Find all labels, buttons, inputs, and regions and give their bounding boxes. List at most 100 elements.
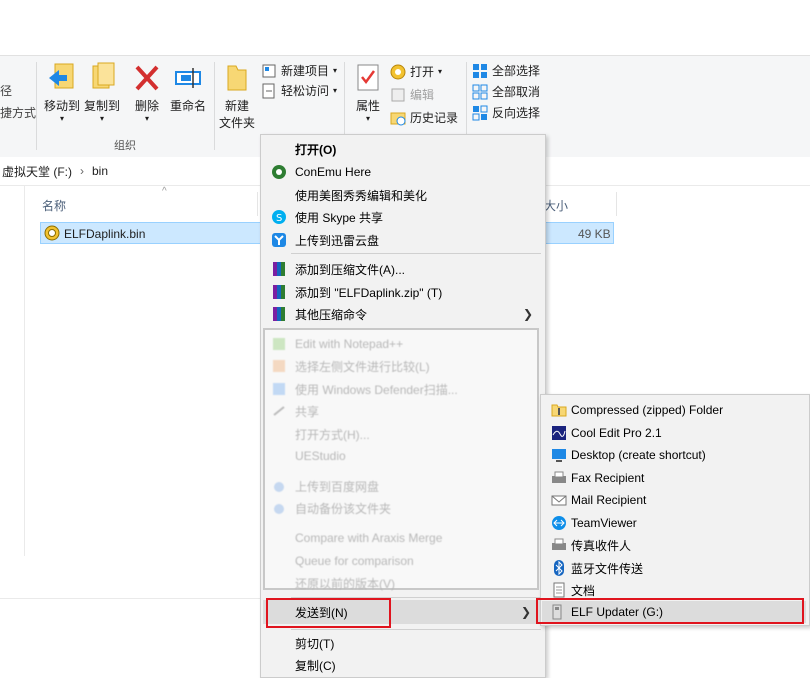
menu-item-label: 使用 Skype 共享 xyxy=(295,210,384,225)
menu-item-uestudio[interactable]: UEStudio xyxy=(261,445,543,467)
rename-label: 重命名 xyxy=(169,99,206,113)
column-divider[interactable] xyxy=(616,192,617,216)
ribbon-separator xyxy=(214,62,215,150)
menu-item-compare-left[interactable]: 选择左侧文件进行比较(L) xyxy=(261,355,543,377)
menu-item-copy[interactable]: 复制(C) xyxy=(261,654,543,676)
move-to-label: 移动到 xyxy=(43,99,80,113)
invert-selection-button[interactable]: 反向选择 xyxy=(472,104,540,121)
menu-item-open-with[interactable]: 打开方式(H)... xyxy=(261,423,543,445)
properties-label: 属性 xyxy=(355,99,380,113)
desktop-icon xyxy=(551,447,567,463)
sendto-fax-recipient-cn[interactable]: 传真收件人 xyxy=(541,534,807,556)
menu-item-label: 打开(O) xyxy=(295,142,337,157)
menu-item-add-to-zip[interactable]: 添加到 "ELFDaplink.zip" (T) xyxy=(261,281,543,303)
new-folder-button[interactable]: 新建 文件夹 xyxy=(218,62,256,131)
easy-access-button[interactable]: 轻松访问 ▾ xyxy=(261,82,337,99)
copy-to-label: 复制到 xyxy=(83,99,120,113)
ribbon-partial-label: 捷方式 xyxy=(0,106,37,120)
invert-selection-icon xyxy=(472,105,488,121)
menu-item-baidu-upload[interactable]: 上传到百度网盘 xyxy=(261,475,543,497)
menu-item-label: 添加到压缩文件(A)... xyxy=(295,262,405,277)
nav-pane-divider[interactable] xyxy=(24,186,25,556)
defender-shield-icon xyxy=(271,381,287,397)
menu-item-share[interactable]: 共享 xyxy=(261,400,543,422)
delete-button[interactable]: 删除 ▾ xyxy=(129,62,165,123)
breadcrumb-separator: › xyxy=(80,164,84,178)
history-button[interactable]: 历史记录 xyxy=(390,109,458,126)
column-header-size[interactable]: 大小 xyxy=(544,197,568,223)
invert-selection-label: 反向选择 xyxy=(492,106,541,120)
menu-item-label: 上传到迅雷云盘 xyxy=(295,233,380,248)
sendto-teamviewer[interactable]: TeamViewer xyxy=(541,512,807,534)
delete-x-icon xyxy=(135,65,159,91)
select-none-button[interactable]: 全部取消 xyxy=(472,83,540,100)
menu-item-auto-backup[interactable]: 自动备份该文件夹 xyxy=(261,497,543,519)
bin-file-icon xyxy=(44,225,60,244)
menu-item-label: 自动备份该文件夹 xyxy=(295,501,392,516)
move-to-button[interactable]: 移动到 ▾ xyxy=(42,62,82,123)
properties-checklist-icon xyxy=(357,64,379,91)
sendto-compressed-folder[interactable]: Compressed (zipped) Folder xyxy=(541,399,807,421)
sendto-cool-edit[interactable]: Cool Edit Pro 2.1 xyxy=(541,422,807,444)
menu-item-queue-compare[interactable]: Queue for comparison xyxy=(261,550,543,572)
send-to-highlight-box xyxy=(266,598,391,628)
sendto-fax-recipient[interactable]: Fax Recipient xyxy=(541,467,807,489)
skype-icon: S xyxy=(271,209,287,225)
breadcrumb-folder[interactable]: bin xyxy=(92,164,108,178)
mail-icon xyxy=(551,492,567,508)
menu-item-label: 打开方式(H)... xyxy=(295,427,370,442)
sendto-desktop[interactable]: Desktop (create shortcut) xyxy=(541,444,807,466)
menu-item-cut[interactable]: 剪切(T) xyxy=(261,632,543,654)
menu-item-add-to-archive[interactable]: 添加到压缩文件(A)... xyxy=(261,258,543,280)
svg-text:S: S xyxy=(276,213,282,224)
column-divider[interactable] xyxy=(257,192,258,216)
column-header-name[interactable]: 名称 xyxy=(42,197,66,223)
menu-item-label: Desktop (create shortcut) xyxy=(571,448,706,462)
organize-group-label: 组织 xyxy=(114,140,136,152)
sendto-bluetooth[interactable]: 蓝牙文件传送 xyxy=(541,557,807,579)
winrar-icon xyxy=(271,284,287,300)
breadcrumb-drive[interactable]: 虚拟天堂 (F:) xyxy=(2,163,72,180)
history-label: 历史记录 xyxy=(410,111,459,125)
new-folder-label: 新建 xyxy=(224,99,249,113)
menu-item-araxis-compare[interactable]: Compare with Araxis Merge xyxy=(261,527,543,549)
sendto-mail-recipient[interactable]: Mail Recipient xyxy=(541,489,807,511)
select-none-icon xyxy=(472,84,488,100)
select-all-button[interactable]: 全部选择 xyxy=(472,62,540,79)
move-to-icon xyxy=(49,63,74,89)
menu-item-label: 还原以前的版本(V) xyxy=(295,576,395,591)
menu-item-label: 共享 xyxy=(295,404,320,419)
context-menu: 打开(O) ConEmu Here 使用美图秀秀编辑和美化 S 使用 Skype… xyxy=(260,134,546,678)
menu-item-label: 传真收件人 xyxy=(571,538,632,553)
edit-label: 编辑 xyxy=(410,88,435,102)
new-item-button[interactable]: 新建项目 ▾ xyxy=(261,62,337,79)
open-app-icon xyxy=(390,64,406,80)
fax-printer-icon xyxy=(551,470,567,486)
menu-item-conemu[interactable]: ConEmu Here xyxy=(261,161,543,183)
rename-button[interactable]: 重命名 xyxy=(166,62,210,114)
menu-item-skype-share[interactable]: S 使用 Skype 共享 xyxy=(261,206,543,228)
new-item-label: 新建项目 xyxy=(281,64,330,78)
open-label: 打开 xyxy=(410,65,435,79)
menu-separator xyxy=(291,253,541,254)
menu-item-label: Edit with Notepad++ xyxy=(295,337,404,351)
select-all-label: 全部选择 xyxy=(492,64,541,78)
edit-button[interactable]: 编辑 xyxy=(390,86,434,103)
menu-item-defender-scan[interactable]: 使用 Windows Defender扫描... xyxy=(261,378,543,400)
properties-button[interactable]: 属性 ▾ xyxy=(350,62,386,123)
menu-item-open[interactable]: 打开(O) xyxy=(261,138,543,160)
menu-item-label: 添加到 "ELFDaplink.zip" (T) xyxy=(295,285,443,300)
menu-item-xunlei-upload[interactable]: 上传到迅雷云盘 xyxy=(261,229,543,251)
open-button[interactable]: 打开 ▾ xyxy=(390,63,442,80)
copy-to-button[interactable]: 复制到 ▾ xyxy=(82,62,122,123)
menu-item-other-compress[interactable]: 其他压缩命令 ❯ xyxy=(261,303,543,325)
cool-edit-icon xyxy=(551,425,567,441)
menu-item-label: 使用 Windows Defender扫描... xyxy=(295,382,458,397)
menu-item-label: 文档 xyxy=(571,583,596,598)
menu-item-meitu[interactable]: 使用美图秀秀编辑和美化 xyxy=(261,184,543,206)
send-to-submenu: Compressed (zipped) Folder Cool Edit Pro… xyxy=(540,394,810,626)
history-icon xyxy=(390,110,406,126)
menu-item-notepadpp[interactable]: Edit with Notepad++ xyxy=(261,333,543,355)
ribbon-partial-label: 径 xyxy=(0,84,13,98)
menu-item-restore-previous[interactable]: 还原以前的版本(V) xyxy=(261,572,543,594)
